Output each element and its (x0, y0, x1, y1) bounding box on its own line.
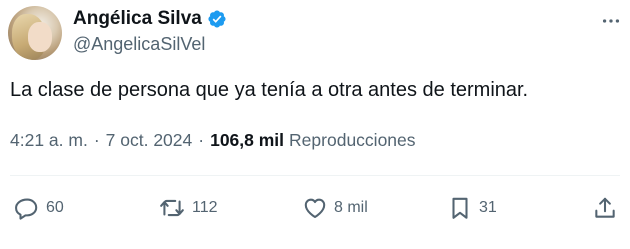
divider (10, 175, 620, 176)
avatar-face (28, 22, 52, 52)
reply-button[interactable]: 60 (14, 190, 64, 226)
repost-count: 112 (192, 199, 218, 216)
more-options-button[interactable] (596, 10, 626, 32)
share-icon (595, 197, 615, 218)
more-horizontal-icon (602, 19, 620, 23)
heart-icon (304, 198, 326, 219)
like-count: 8 mil (334, 199, 368, 216)
meta-separator: · (93, 130, 100, 150)
bookmark-button[interactable]: 31 (447, 190, 497, 226)
tweet-date[interactable]: 7 oct. 2024 (106, 130, 193, 151)
tweet-time[interactable]: 4:21 a. m. (10, 130, 88, 151)
verified-badge-icon[interactable] (207, 9, 227, 29)
tweet-text: La clase de persona que ya tenía a otra … (10, 79, 529, 101)
like-button[interactable]: 8 mil (302, 190, 368, 226)
meta-separator: · (198, 130, 205, 150)
author-handle[interactable]: @AngelicaSilVel (73, 34, 205, 55)
views-count: 106,8 mil (210, 130, 285, 150)
bookmark-count: 31 (479, 199, 497, 216)
author-display-name[interactable]: Angélica Silva (73, 8, 202, 30)
reply-count: 60 (46, 199, 64, 216)
avatar[interactable] (8, 6, 62, 60)
reply-bubble-icon (15, 198, 38, 220)
views-label: Reproducciones (289, 130, 416, 150)
repost-icon (160, 199, 184, 217)
share-button[interactable] (592, 190, 618, 226)
author-name-row: Angélica Silva (73, 7, 227, 31)
repost-button[interactable]: 112 (158, 190, 218, 226)
action-bar: 60 112 8 mil 31 (0, 190, 630, 226)
tweet-meta: 4:21 a. m. · 7 oct. 2024 · 106,8 mil Rep… (10, 130, 416, 151)
bookmark-icon (452, 197, 468, 219)
